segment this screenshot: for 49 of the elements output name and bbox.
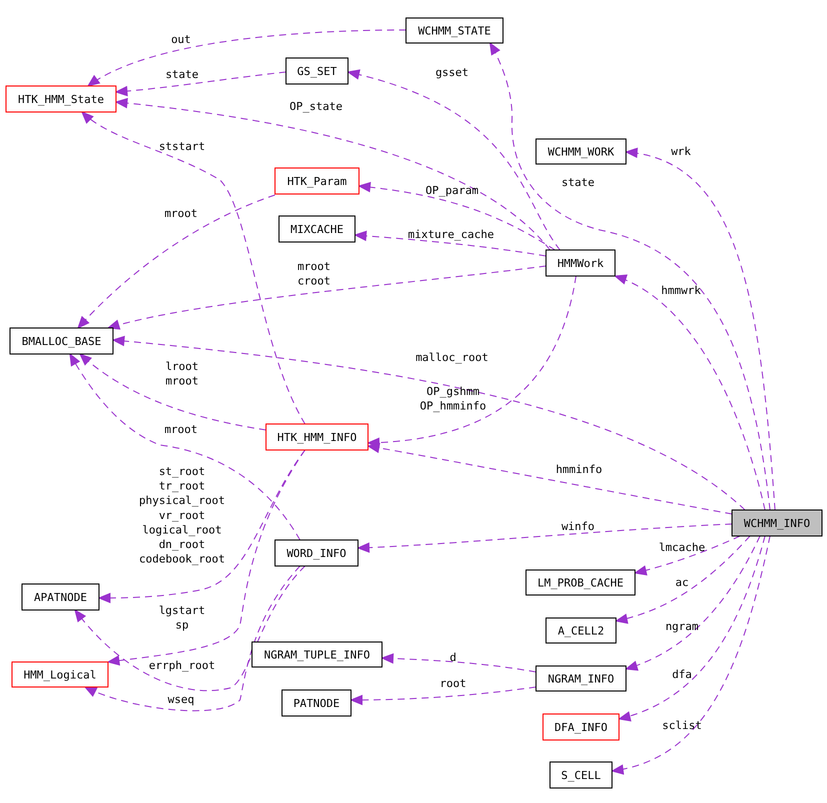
class-node[interactable]: PATNODE [282,690,352,716]
class-node[interactable]: APATNODE [22,584,100,610]
edge-label: out [171,33,191,46]
class-node[interactable]: WCHMM_STATE [406,18,504,44]
class-node[interactable]: WCHMM_INFO [732,510,822,536]
edge-label: state [561,176,595,189]
class-node[interactable]: HTK_HMM_INFO [266,424,368,450]
edge-label: mixture_cache [408,228,494,241]
class-node[interactable]: LM_PROB_CACHE [526,570,636,596]
edge-label: malloc_root [416,351,488,364]
edge-label: wseq [168,693,194,706]
class-node[interactable]: HTK_Param [274,168,360,194]
class-node[interactable]: S_CELL [550,762,612,788]
edge-label: mroot croot [297,260,331,288]
edge-label: gsset [435,66,469,79]
class-node[interactable]: NGRAM_TUPLE_INFO [252,642,382,668]
edge-label: sclist [662,719,702,732]
class-node[interactable]: DFA_INFO [542,714,620,740]
class-node[interactable]: WORD_INFO [274,540,358,566]
class-node[interactable]: NGRAM_INFO [536,666,626,692]
edge-label: OP_state [290,100,342,113]
class-node[interactable]: GS_SET [286,58,348,84]
edge-label: hmmwrk [661,284,701,297]
edge-label: st_root tr_root physical_root vr_root logical_root dn_root codebook_root [138,465,226,566]
edge-label: ac [675,576,689,589]
edge-label: lmcache [658,541,706,554]
class-node[interactable]: HMMWork [546,250,616,276]
edge-label: winfo [561,520,595,533]
edge-label: OP_param [426,184,478,197]
edge-label: d [450,651,456,664]
edge-label: mroot [164,423,198,436]
edge-label: errph_root [148,659,216,672]
class-node[interactable]: A_CELL2 [546,618,616,644]
edge-label: dfa [672,668,692,681]
edge-label: OP_gshmm OP_hmminfo [420,385,486,413]
class-node[interactable]: HMM_Logical [12,662,108,688]
edge-label: root [440,677,466,690]
class-node[interactable]: WCHMM_WORK [536,138,626,164]
class-node[interactable]: MIXCACHE [278,216,356,242]
edge-label: lroot mroot [165,360,199,388]
edge-label: ststart [158,140,206,153]
edge-label: ngram [665,620,699,633]
edge-label: mroot [164,207,198,220]
edge-label: lgstart sp [158,604,206,632]
class-node[interactable]: HTK_HMM_State [6,86,116,112]
edge-label: state [165,68,199,81]
edge-label: wrk [671,145,691,158]
edge-label: hmminfo [556,463,602,476]
class-node[interactable]: BMALLOC_BASE [10,328,114,354]
